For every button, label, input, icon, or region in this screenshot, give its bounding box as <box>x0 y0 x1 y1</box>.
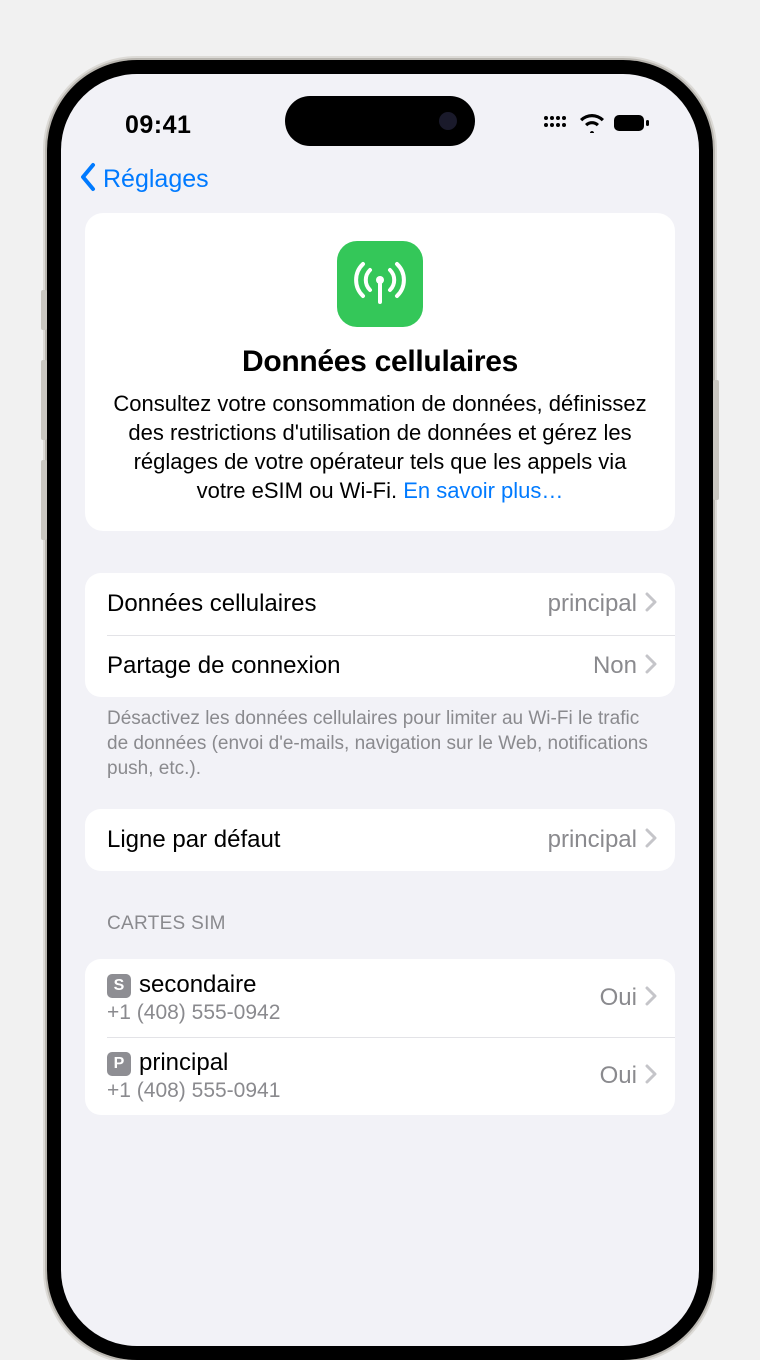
volume-up-button <box>41 360 47 440</box>
group-footer-note: Désactivez les données cellulaires pour … <box>85 697 675 781</box>
learn-more-link[interactable]: En savoir plus… <box>403 478 563 503</box>
row-hotspot[interactable]: Partage de connexion Non <box>85 635 675 697</box>
row-value: Oui <box>600 1062 637 1090</box>
section-header-sims: CARTES SIM <box>85 871 675 945</box>
status-icons <box>543 113 649 138</box>
sim-badge-icon: P <box>107 1052 131 1076</box>
chevron-right-icon <box>645 986 657 1011</box>
hero-description: Consultez votre consommation de données,… <box>109 389 651 505</box>
row-label: Partage de connexion <box>107 652 593 680</box>
row-value: Oui <box>600 984 637 1012</box>
wifi-icon <box>579 113 605 138</box>
chevron-left-icon[interactable] <box>77 162 99 197</box>
sim-list: S secondaire +1 (408) 555-0942 Oui P <box>85 959 675 1115</box>
row-value: principal <box>548 826 637 854</box>
row-default-line[interactable]: Ligne par défaut principal <box>85 809 675 871</box>
chevron-right-icon <box>645 654 657 679</box>
sim-name: secondaire <box>139 971 256 1000</box>
power-button <box>713 380 719 500</box>
sim-text: S secondaire +1 (408) 555-0942 <box>107 971 600 1025</box>
sim-name: principal <box>139 1049 228 1078</box>
row-cellular-data[interactable]: Données cellulaires principal <box>85 573 675 635</box>
chevron-right-icon <box>645 1064 657 1089</box>
sim-text: P principal +1 (408) 555-0941 <box>107 1049 600 1103</box>
hero-description-text: Consultez votre consommation de données,… <box>113 391 646 503</box>
chevron-right-icon <box>645 592 657 617</box>
row-value: principal <box>548 590 637 618</box>
sim-row-secondary[interactable]: S secondaire +1 (408) 555-0942 Oui <box>85 959 675 1037</box>
screen: 09:41 <box>61 74 699 1346</box>
status-time: 09:41 <box>125 111 191 140</box>
chevron-right-icon <box>645 828 657 853</box>
row-label: Ligne par défaut <box>107 826 548 854</box>
row-value: Non <box>593 652 637 680</box>
settings-group-default-line: Ligne par défaut principal <box>85 809 675 871</box>
volume-down-button <box>41 460 47 540</box>
cellular-signal-icon <box>543 115 571 136</box>
battery-icon <box>613 114 649 137</box>
side-button <box>41 290 47 330</box>
hero-card: Données cellulaires Consultez votre cons… <box>85 213 675 531</box>
cellular-data-icon <box>337 241 423 327</box>
dynamic-island <box>285 96 475 146</box>
nav-back-button[interactable]: Réglages <box>103 165 209 194</box>
sim-number: +1 (408) 555-0942 <box>107 1000 600 1025</box>
settings-group-data: Données cellulaires principal Partage de… <box>85 573 675 697</box>
sim-row-primary[interactable]: P principal +1 (408) 555-0941 Oui <box>85 1037 675 1115</box>
nav-bar: Réglages <box>61 152 699 213</box>
hero-title: Données cellulaires <box>109 345 651 379</box>
sim-number: +1 (408) 555-0941 <box>107 1078 600 1103</box>
phone-frame: 09:41 <box>47 60 713 1360</box>
row-label: Données cellulaires <box>107 590 548 618</box>
sim-badge-icon: S <box>107 974 131 998</box>
